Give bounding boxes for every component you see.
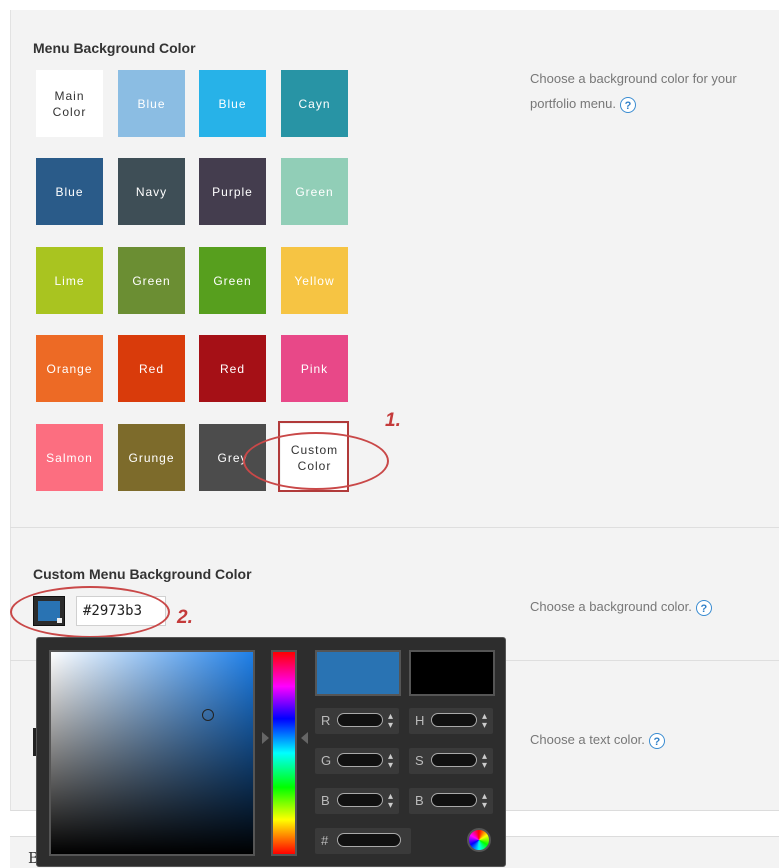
swatch-orange[interactable]: Orange: [36, 335, 103, 402]
custom-menu-background-description-text: Choose a background color.: [530, 599, 692, 614]
section-divider: [10, 527, 779, 528]
swatch-green[interactable]: Green: [281, 158, 348, 225]
swatch-yellow[interactable]: Yellow: [281, 247, 348, 314]
swatch-blue[interactable]: Blue: [118, 70, 185, 137]
custom-menu-background-title: Custom Menu Background Color: [33, 566, 252, 582]
brightness-field[interactable]: B ▴ ▾: [409, 788, 493, 814]
field-value[interactable]: [337, 753, 383, 767]
annotation-step-2: 2.: [177, 607, 193, 628]
saturation-value-handle[interactable]: [202, 709, 214, 721]
swatch-green[interactable]: Green: [199, 247, 266, 314]
spinner-icon[interactable]: ▴ ▾: [482, 792, 487, 811]
swatch-salmon[interactable]: Salmon: [36, 424, 103, 491]
swatch-pink[interactable]: Pink: [281, 335, 348, 402]
annotation-step-1: 1.: [385, 410, 401, 431]
field-label: R: [321, 713, 331, 728]
swatch-main-color[interactable]: Main Color: [36, 70, 103, 137]
swatch-blue[interactable]: Blue: [36, 158, 103, 225]
field-value[interactable]: [431, 753, 477, 767]
field-value[interactable]: [337, 833, 401, 847]
new-color-preview: [315, 650, 401, 696]
green-field[interactable]: G ▴ ▾: [315, 748, 399, 774]
field-label: H: [415, 713, 425, 728]
field-value[interactable]: [337, 793, 383, 807]
field-value[interactable]: [431, 793, 477, 807]
field-label: B: [415, 793, 424, 808]
menu-background-title: Menu Background Color: [33, 40, 196, 56]
spinner-icon[interactable]: ▴ ▾: [388, 712, 393, 731]
spinner-icon[interactable]: ▴ ▾: [482, 752, 487, 771]
custom-color-highlight-ellipse: [243, 432, 389, 490]
hue-arrow-left-icon: [262, 732, 269, 744]
swatch-red[interactable]: Red: [199, 335, 266, 402]
saturation-value-area[interactable]: [49, 650, 255, 856]
field-value[interactable]: [431, 713, 477, 727]
spinner-icon[interactable]: ▴ ▾: [388, 752, 393, 771]
swatch-blue[interactable]: Blue: [199, 70, 266, 137]
field-value[interactable]: [337, 713, 383, 727]
blue-field[interactable]: B ▴ ▾: [315, 788, 399, 814]
menu-background-description: Choose a background color for your portf…: [530, 66, 770, 116]
custom-menu-background-description: Choose a background color.?: [530, 594, 770, 619]
text-color-description: Choose a text color.?: [530, 727, 770, 752]
swatch-purple[interactable]: Purple: [199, 158, 266, 225]
swatch-navy[interactable]: Navy: [118, 158, 185, 225]
hue-arrow-right-icon: [301, 732, 308, 744]
swatch-green[interactable]: Green: [118, 247, 185, 314]
field-label: #: [321, 833, 329, 848]
hex-field[interactable]: #: [315, 828, 411, 854]
color-input-highlight-ellipse: [10, 586, 170, 638]
field-label: B: [321, 793, 330, 808]
field-label: S: [415, 753, 424, 768]
spinner-icon[interactable]: ▴ ▾: [482, 712, 487, 731]
hue-field[interactable]: H ▴ ▾: [409, 708, 493, 734]
red-field[interactable]: R ▴ ▾: [315, 708, 399, 734]
help-icon[interactable]: ?: [648, 732, 665, 749]
spinner-icon[interactable]: ▴ ▾: [388, 792, 393, 811]
field-label: G: [321, 753, 332, 768]
swatch-lime[interactable]: Lime: [36, 247, 103, 314]
color-picker-popup: R ▴ ▾ H ▴ ▾ G ▴ ▾ S ▴ ▾ B ▴ ▾ B ▴ ▾ #: [36, 637, 506, 867]
saturation-field[interactable]: S ▴ ▾: [409, 748, 493, 774]
swatch-cayn[interactable]: Cayn: [281, 70, 348, 137]
help-icon[interactable]: ?: [620, 96, 636, 113]
current-color-preview[interactable]: [409, 650, 495, 696]
color-wheel-icon[interactable]: [467, 828, 491, 852]
help-icon[interactable]: ?: [695, 599, 712, 616]
text-color-description-text: Choose a text color.: [530, 732, 645, 747]
swatch-grunge[interactable]: Grunge: [118, 424, 185, 491]
swatch-red[interactable]: Red: [118, 335, 185, 402]
hue-slider[interactable]: [271, 650, 297, 856]
